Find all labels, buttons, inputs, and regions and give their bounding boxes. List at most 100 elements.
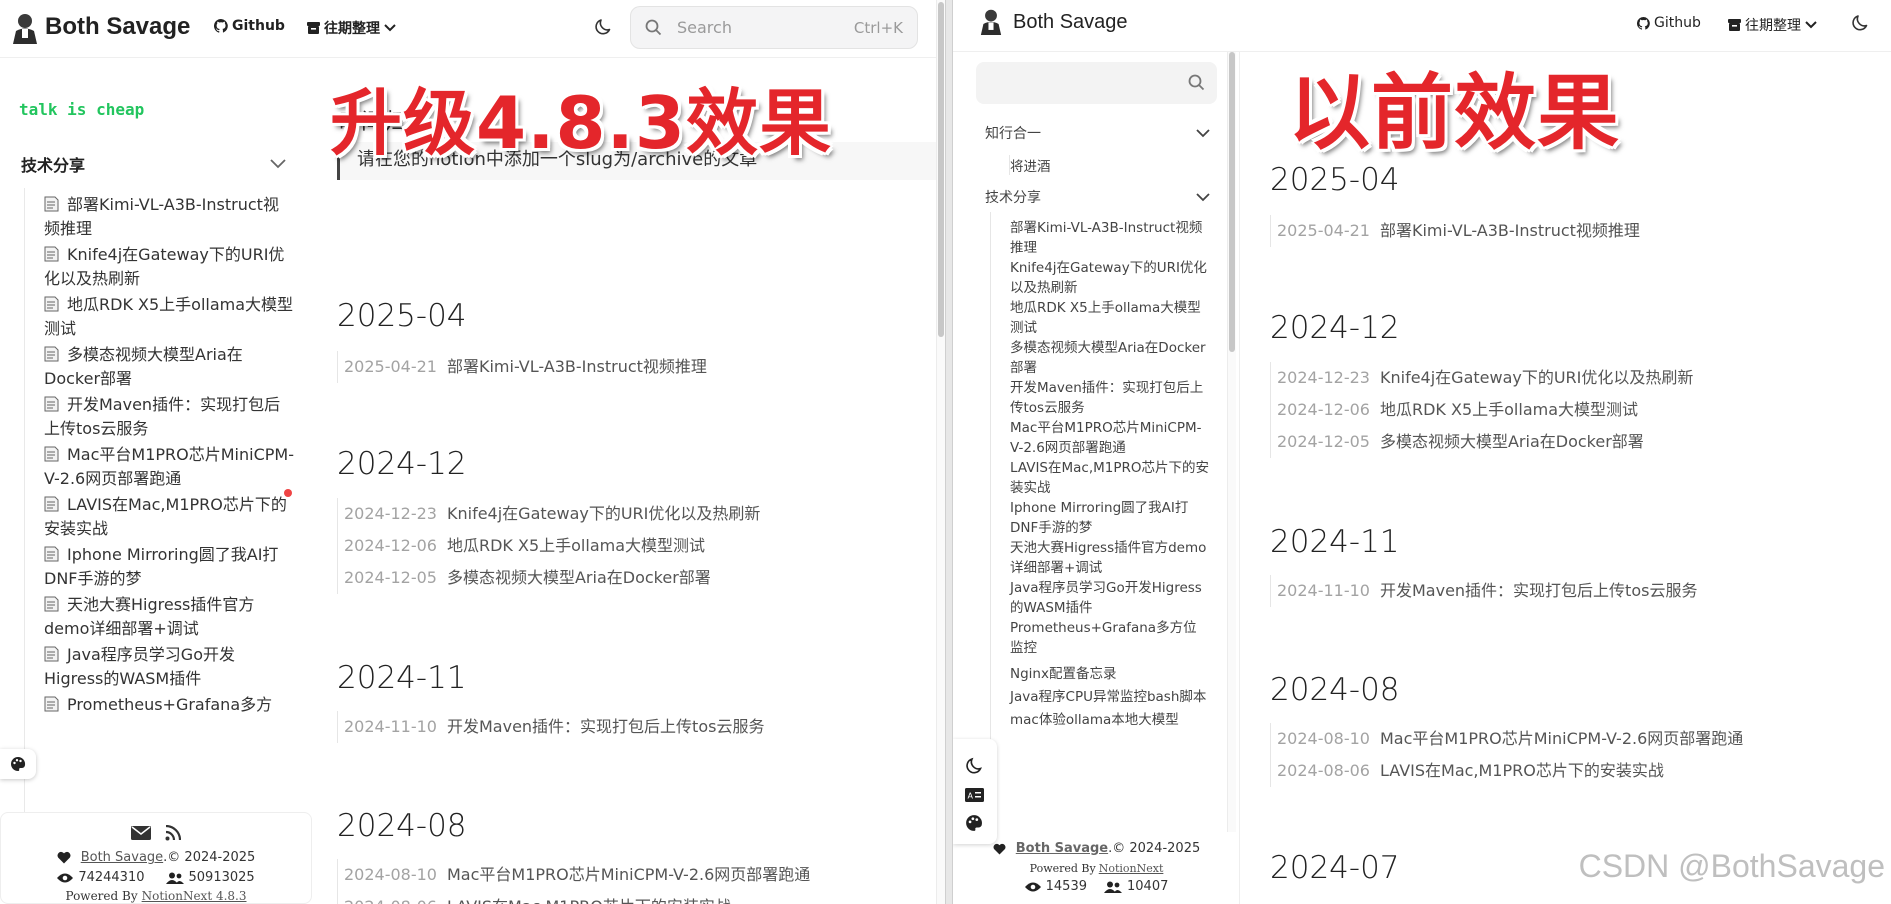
month-posts: 2024-08-10 Mac平台M1PRO芯片MiniCPM-V-2.6网页部署跑… [1270, 723, 1743, 787]
sidebar-item[interactable]: Prometheus+Grafana多方位监控 [1010, 618, 1210, 658]
entry-title: LAVIS在Mac,M1PRO芯片下的安装实战 [447, 897, 731, 904]
sidebar-item[interactable]: Knife4j在Gateway下的URI优化以及热刷新 [1010, 258, 1210, 298]
archive-entry[interactable]: 2025-04-21 部署Kimi-VL-A3B-Instruct视频推理 [1277, 215, 1640, 247]
sidebar-item[interactable]: 开发Maven插件：实现打包后上传tos云服务 [1010, 378, 1210, 418]
month-posts: 2024-08-10 Mac平台M1PRO芯片MiniCPM-V-2.6网页部署跑… [337, 859, 810, 904]
entry-title: 多模态视频大模型Aria在Docker部署 [446, 568, 711, 587]
sidebar-item[interactable]: Knife4j在Gateway下的URI优化以及热刷新 [44, 243, 294, 291]
sidebar-item[interactable]: 地瓜RDK X5上手ollama大模型测试 [44, 293, 294, 341]
sidebar-item[interactable]: 部署Kimi-VL-A3B-Instruct视频推理 [1010, 218, 1210, 258]
nav-github[interactable]: Github [214, 18, 285, 34]
nav-archive-label: 往期整理 [324, 21, 380, 37]
search-input[interactable] [976, 62, 1217, 104]
notification-dot [284, 489, 292, 497]
archive-entry[interactable]: 2024-08-06 LAVIS在Mac,M1PRO芯片下的安装实战 [344, 891, 810, 904]
notionnext-link[interactable]: NotionNext 4.8.3 [142, 889, 247, 903]
mail-icon[interactable] [131, 826, 151, 840]
archive-entry[interactable]: 2024-08-10 Mac平台M1PRO芯片MiniCPM-V-2.6网页部署跑… [1277, 723, 1743, 755]
sidebar-item[interactable]: 部署Kimi-VL-A3B-Instruct视频推理 [44, 193, 294, 241]
entry-title: 地瓜RDK X5上手ollama大模型测试 [446, 536, 706, 555]
entry-date: 2024-12-23 [1277, 368, 1370, 387]
entry-date: 2024-08-06 [344, 897, 437, 904]
scrollbar-thumb[interactable] [938, 2, 944, 337]
site-brand[interactable]: Both Savage [1013, 11, 1128, 34]
document-icon [44, 346, 59, 362]
palette-icon[interactable] [965, 814, 983, 832]
dark-mode-icon[interactable] [965, 755, 985, 775]
month-heading: 2024-12 [1270, 310, 1400, 346]
sidebar-item[interactable]: 多模态视频大模型Aria在Docker部署 [1010, 338, 1210, 378]
sidebar-item[interactable]: mac体验ollama本地大模型 [1010, 710, 1210, 730]
sidebar-item-jiangjinjiu[interactable]: 将进酒 [1009, 155, 1051, 175]
archive-entry[interactable]: 2024-08-06 LAVIS在Mac,M1PRO芯片下的安装实战 [1277, 755, 1743, 787]
scrollbar[interactable] [936, 0, 945, 904]
footer-copyright: Both Savage.© 2024-2025 [953, 841, 1240, 856]
dark-mode-toggle-icon[interactable] [1851, 12, 1871, 32]
sidebar-item[interactable]: Iphone Mirroring圆了我AI打DNF手游的梦 [44, 543, 294, 591]
search-placeholder: Search [677, 18, 732, 37]
document-icon [44, 646, 59, 662]
sidebar-section-tech[interactable]: 技术分享 [21, 154, 286, 175]
sidebar-item[interactable]: Iphone Mirroring圆了我AI打DNF手游的梦 [1010, 498, 1210, 538]
archive-entry[interactable]: 2024-08-10 Mac平台M1PRO芯片MiniCPM-V-2.6网页部署跑… [344, 859, 810, 891]
sidebar-scrollbar[interactable] [1227, 52, 1236, 832]
category-tech[interactable]: 技术分享 [985, 187, 1210, 207]
sidebar-item[interactable]: LAVIS在Mac,M1PRO芯片下的安装实战 [44, 493, 294, 541]
sidebar-item[interactable]: Prometheus+Grafana多方 [44, 693, 294, 717]
entry-title: Mac平台M1PRO芯片MiniCPM-V-2.6网页部署跑通 [1379, 729, 1744, 748]
sidebar-item[interactable]: 天池大赛Higress插件官方demo详细部署+调试 [44, 593, 294, 641]
archive-entry[interactable]: 2024-12-06 地瓜RDK X5上手ollama大模型测试 [344, 530, 760, 562]
search-box[interactable]: Search Ctrl+K [630, 6, 918, 49]
github-icon [214, 19, 228, 33]
nav-archive[interactable]: 往期整理 [1728, 15, 1817, 35]
archive-entry[interactable]: 2024-12-23 Knife4j在Gateway下的URI优化以及热刷新 [1277, 362, 1693, 394]
nav-github[interactable]: Github [1637, 15, 1701, 31]
sidebar-item[interactable]: LAVIS在Mac,M1PRO芯片下的安装实战 [1010, 458, 1210, 498]
month-heading: 2024-08 [337, 808, 467, 844]
archive-entry[interactable]: 2024-12-05 多模态视频大模型Aria在Docker部署 [344, 562, 760, 594]
dark-mode-toggle-icon[interactable] [594, 16, 614, 36]
sidebar-item[interactable]: Nginx配置备忘录 [1010, 664, 1210, 684]
footer-author-link[interactable]: Both Savage [81, 850, 163, 865]
sidebar-item[interactable]: 天池大赛Higress插件官方demo详细部署+调试 [1010, 538, 1210, 578]
sidebar-item[interactable]: Mac平台M1PRO芯片MiniCPM-V-2.6网页部署跑通 [1010, 418, 1210, 458]
archive-entry[interactable]: 2024-12-06 地瓜RDK X5上手ollama大模型测试 [1277, 394, 1693, 426]
theme-switch[interactable] [0, 749, 36, 779]
page-views: 14539 [1045, 879, 1087, 894]
scrollbar-thumb[interactable] [1229, 52, 1235, 352]
sidebar-item[interactable]: Mac平台M1PRO芯片MiniCPM-V-2.6网页部署跑通 [44, 443, 294, 491]
nav-github-label: Github [232, 18, 285, 34]
tagline: talk is cheap [19, 100, 145, 119]
entry-title: 地瓜RDK X5上手ollama大模型测试 [1379, 400, 1639, 419]
chevron-down-icon [270, 159, 286, 169]
archive-entry[interactable]: 2024-12-05 多模态视频大模型Aria在Docker部署 [1277, 426, 1693, 458]
category-zhixingheyi[interactable]: 知行合一 [985, 123, 1210, 143]
nav-archive[interactable]: 往期整理 [307, 18, 396, 38]
site-brand[interactable]: Both Savage [45, 13, 190, 41]
archive-entry[interactable]: 2024-12-23 Knife4j在Gateway下的URI优化以及热刷新 [344, 498, 760, 530]
archive-entry[interactable]: 2025-04-21 部署Kimi-VL-A3B-Instruct视频推理 [344, 351, 707, 383]
eye-icon [1024, 882, 1041, 891]
avatar-icon[interactable] [12, 12, 38, 44]
sidebar-item[interactable]: 地瓜RDK X5上手ollama大模型测试 [1010, 298, 1210, 338]
sidebar-tree: 部署Kimi-VL-A3B-Instruct视频推理 Knife4j在Gatewa… [990, 212, 1209, 832]
archive-entry[interactable]: 2024-11-10 开发Maven插件：实现打包后上传tos云服务 [1277, 575, 1697, 607]
sidebar-item[interactable]: 多模态视频大模型Aria在Docker部署 [44, 343, 294, 391]
sidebar-item[interactable]: Java程序员学习Go开发Higress的WASM插件 [1010, 578, 1210, 618]
search-icon[interactable] [1188, 74, 1205, 91]
notionnext-link[interactable]: NotionNext [1099, 862, 1164, 875]
archive-entry[interactable]: 2024-11-10 开发Maven插件：实现打包后上传tos云服务 [344, 711, 764, 743]
footer-author-link[interactable]: Both Savage [1016, 841, 1108, 856]
translate-icon[interactable]: A [965, 788, 984, 802]
avatar-icon[interactable] [980, 8, 1002, 35]
sidebar-item[interactable]: Java程序CPU异常监控bash脚本 [1010, 687, 1210, 707]
sidebar-item[interactable]: Java程序员学习Go开发Higress的WASM插件 [44, 643, 294, 691]
sidebar-item-label: 天池大赛Higress插件官方demo详细部署+调试 [44, 595, 255, 638]
nav-archive-label: 往期整理 [1745, 18, 1801, 34]
sidebar-item[interactable]: 开发Maven插件：实现打包后上传tos云服务 [44, 393, 294, 441]
search-icon [645, 19, 662, 36]
document-icon [44, 446, 59, 462]
entry-date: 2024-12-05 [344, 568, 437, 587]
heart-icon [57, 851, 71, 864]
rss-icon[interactable] [165, 825, 181, 841]
